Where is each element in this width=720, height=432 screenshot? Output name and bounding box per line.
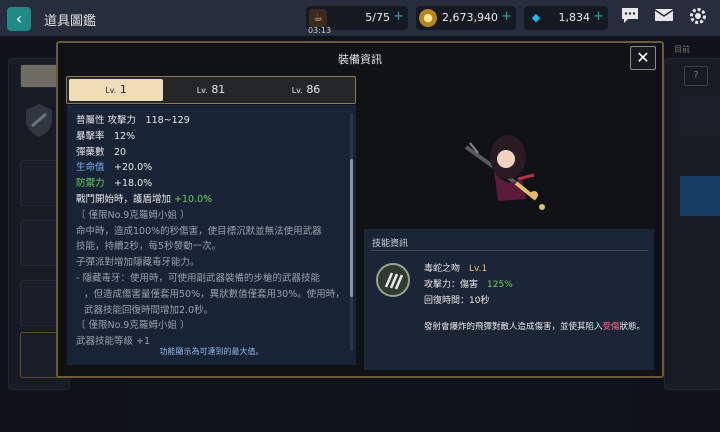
add-gold-button[interactable]: +	[501, 9, 512, 24]
settings-gear-icon[interactable]	[686, 6, 710, 30]
scrollbar-thumb[interactable]	[350, 159, 353, 297]
stamina-counter: ☕ 5/75 + 03:13	[306, 6, 408, 35]
gold-value: 2,673,940	[442, 11, 498, 24]
character-sprite-icon	[464, 135, 545, 210]
skill-level: Lv.1	[469, 264, 488, 274]
divider	[370, 250, 648, 251]
battle-start-value: +10.0%	[174, 193, 213, 205]
desc-line: 〔 僅限No.9克羅姆小姐 〕	[76, 320, 190, 332]
desc-line: - 隱藏毒牙：使用時，可使用副武器裝備的步槍的武器技能	[76, 272, 320, 284]
stat-row: 暴擊率 12%	[76, 129, 346, 145]
skill-desc-text: 發射會爆炸的飛彈對敵人造成傷害，並使其陷入	[424, 322, 603, 332]
desc-line: 武器技能回復時間增加2.0秒。	[84, 304, 214, 316]
stat-value: +18.0%	[114, 178, 153, 190]
skill-stats: 毒蛇之吻 Lv.1 攻擊力：傷害 125% 回復時間：10秒	[424, 261, 513, 309]
claw-slash-icon	[376, 263, 410, 297]
skill-attack-value: 125%	[487, 280, 513, 290]
blue-gem-icon: ◆	[531, 11, 541, 24]
add-gem-button[interactable]: +	[593, 9, 604, 24]
stat-value: +20.0%	[114, 162, 153, 174]
stat-key: 生命值	[76, 162, 105, 174]
stat-row: 普屬性 攻擊力 118~129	[76, 113, 346, 129]
desc-line: 子彈派對增加隱藏毒牙能力。	[76, 257, 200, 269]
stamina-timer: 03:13	[308, 26, 332, 35]
gem-value: 1,834	[558, 11, 591, 24]
skill-description: 發射會爆炸的飛彈對敵人造成傷害，並使其陷入受傷狀態。	[424, 321, 646, 334]
skill-desc-end: 狀態。	[619, 322, 646, 332]
skill-attack-label: 攻擊力：傷害	[424, 280, 479, 290]
tab-lv-81[interactable]: Lv. 81	[164, 79, 258, 101]
tab-value: 81	[211, 83, 226, 96]
mail-icon[interactable]	[652, 6, 676, 30]
skill-name-row: 毒蛇之吻 Lv.1	[424, 261, 513, 277]
stats-panel[interactable]: 普屬性 攻擊力 118~129 暴擊率 12% 彈藥數 20 生命值 +20.0% 防…	[67, 105, 356, 365]
skill-attack-row: 攻擊力：傷害 125%	[424, 277, 513, 293]
close-button[interactable]: ✕	[630, 46, 656, 70]
desc-line: 技能，持續2秒，每5秒發動一次。	[76, 241, 222, 253]
tab-lv-1[interactable]: Lv. 1	[69, 79, 163, 101]
page-title: 道具圖鑑	[44, 14, 97, 29]
gold-coin-icon: ●	[419, 9, 437, 27]
stat-key: 彈藥數	[76, 146, 105, 158]
gem-counter: ◆ 1,834 +	[524, 6, 608, 30]
modal-title: 裝備資訊	[338, 53, 382, 66]
footnote: 功能顯示為可達到的最大值。	[159, 347, 264, 356]
back-button[interactable]: ‹	[7, 7, 31, 31]
level-tabs: Lv. 1 Lv. 81 Lv. 86	[66, 76, 356, 104]
tab-prefix: Lv.	[291, 86, 303, 95]
desc-line: 命中時，造成100%的秒傷害，使目標沉默並無法使用武器	[76, 225, 322, 237]
stat-row: 生命值 +20.0%	[76, 160, 346, 176]
skill-name: 毒蛇之吻	[424, 264, 461, 274]
gold-counter: ● 2,673,940 +	[416, 6, 516, 30]
chat-icon[interactable]	[618, 6, 642, 30]
stat-key: 防禦力	[76, 178, 105, 190]
stat-value: 12%	[114, 130, 136, 142]
add-stamina-button[interactable]: +	[393, 9, 404, 24]
skill-status-effect: 受傷	[602, 322, 620, 332]
tab-prefix: Lv.	[105, 86, 117, 95]
equipment-info-modal: 裝備資訊 ✕ Lv. 1 Lv. 81 Lv. 86 普屬性 攻擊力 118~1…	[56, 41, 664, 378]
stat-value: 20	[114, 146, 127, 158]
skill-info-header: 技能資訊	[372, 239, 409, 249]
stat-value: 攻擊力 118~129	[107, 115, 190, 126]
desc-line: 〔 僅限No.9克羅姆小姐 〕	[76, 209, 190, 221]
battle-start-row: 戰鬥開始時，護盾增加 +10.0%	[76, 192, 346, 208]
skill-cooldown: 回復時間：10秒	[424, 296, 490, 306]
stat-key: 普屬性	[76, 115, 105, 126]
top-bar: ‹ 道具圖鑑 ☕ 5/75 + 03:13 ● 2,673,940 + ◆ 1,…	[0, 0, 720, 36]
stat-row: 彈藥數 20	[76, 145, 346, 161]
skill-info-panel: 技能資訊 毒蛇之吻 Lv.1 攻擊力：傷害 125% 回復時間：10秒 發射會爆…	[364, 229, 654, 370]
tab-lv-86[interactable]: Lv. 86	[259, 79, 353, 101]
stamina-value: 5/75	[365, 11, 390, 24]
stat-row: 防禦力 +18.0%	[76, 176, 346, 192]
coffee-cup-icon: ☕	[309, 9, 327, 27]
battle-start-label: 戰鬥開始時，護盾增加	[76, 193, 172, 205]
tab-prefix: Lv.	[196, 86, 208, 95]
stat-key: 暴擊率	[76, 130, 105, 142]
tab-value: 1	[119, 83, 127, 96]
tab-value: 86	[306, 83, 321, 96]
desc-line: ，但造成傷害量僅套用50%，異狀數值僅套用30%。使用時，	[84, 288, 345, 300]
